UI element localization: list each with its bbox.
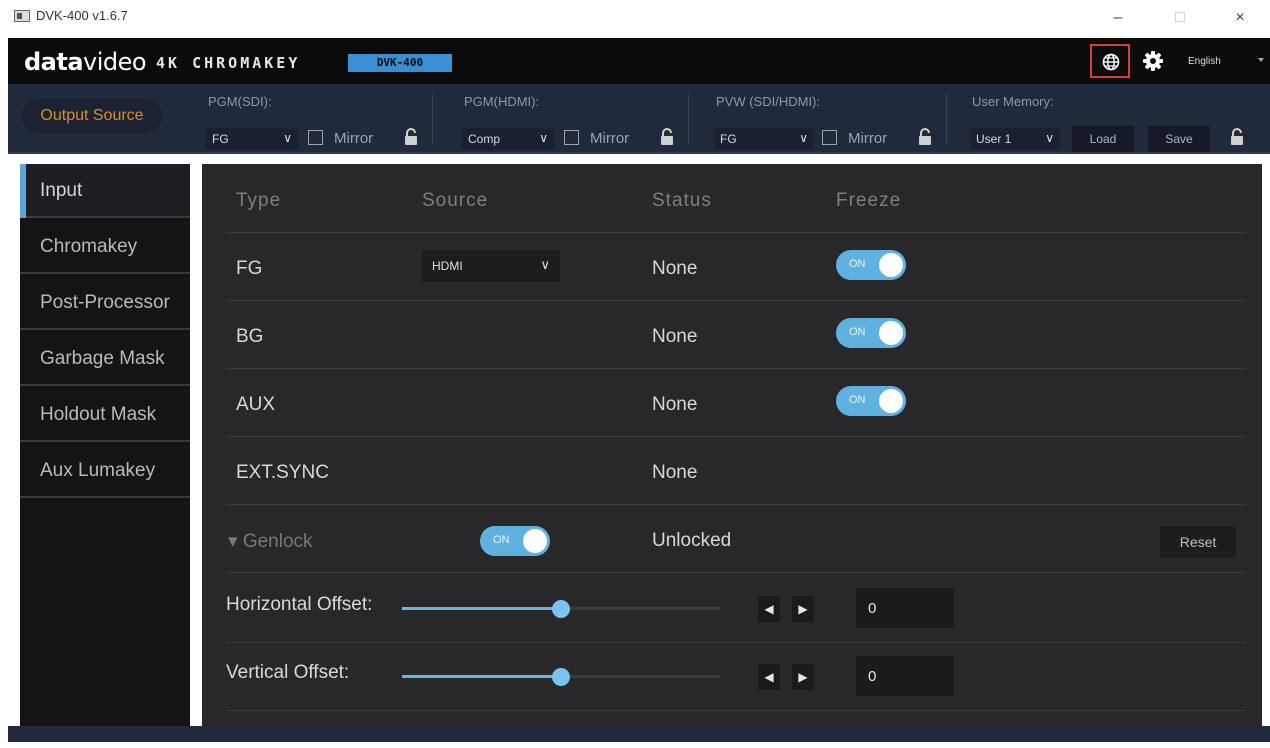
row-type-bg: BG	[236, 326, 264, 347]
chevron-down-icon: ∨	[283, 131, 292, 145]
chevron-down-icon: ∨	[799, 131, 808, 145]
sidebar: Input Chromakey Post-Processor Garbage M…	[20, 164, 190, 726]
divider	[432, 94, 433, 144]
row-divider	[226, 300, 1246, 301]
row-divider	[226, 436, 1246, 437]
genlock-expander[interactable]: ▾ Genlock	[228, 530, 313, 553]
vertical-decrement-button[interactable]: ◀	[758, 664, 780, 690]
bg-freeze-toggle[interactable]: ON	[836, 318, 906, 348]
vertical-offset-label: Vertical Offset:	[226, 662, 350, 683]
sidebar-item-holdout-mask[interactable]: Holdout Mask	[20, 388, 190, 442]
pgm-sdi-mirror-label: Mirror	[334, 130, 374, 147]
pvw-select[interactable]: FG ∨	[714, 128, 814, 150]
reset-button[interactable]: Reset	[1160, 526, 1236, 558]
language-select[interactable]: English	[1188, 56, 1221, 67]
genlock-status: Unlocked	[652, 530, 732, 551]
horizontal-offset-label: Horizontal Offset:	[226, 594, 373, 615]
fg-source-select[interactable]: HDMI ∨	[422, 250, 560, 282]
column-header-freeze: Freeze	[836, 190, 902, 211]
divider	[946, 94, 947, 144]
load-button[interactable]: Load	[1072, 126, 1134, 152]
input-panel: Type Source Status Freeze FG HDMI ∨ None …	[202, 164, 1262, 726]
row-type-fg: FG	[236, 258, 263, 279]
sidebar-item-chromakey[interactable]: Chromakey	[20, 220, 190, 274]
save-button[interactable]: Save	[1148, 126, 1210, 152]
sidebar-item-post-processor[interactable]: Post-Processor	[20, 276, 190, 330]
bg-status: None	[652, 326, 698, 347]
settings-button[interactable]	[1142, 50, 1164, 77]
divider	[688, 94, 689, 144]
horizontal-offset-fill	[402, 607, 561, 610]
column-header-source: Source	[422, 190, 489, 211]
window-title: DVK-400 v1.6.7	[36, 8, 128, 23]
vertical-offset-input[interactable]: 0	[856, 656, 954, 696]
horizontal-decrement-button[interactable]: ◀	[758, 596, 780, 622]
chevron-down-icon: ∨	[1045, 131, 1054, 145]
pgm-hdmi-select[interactable]: Comp ∨	[462, 128, 554, 150]
row-divider	[226, 368, 1246, 369]
horizontal-increment-button[interactable]: ▶	[792, 596, 814, 622]
lock-icon[interactable]	[404, 128, 418, 146]
output-source-bar: Output Source PGM(SDI): FG ∨ Mirror PGM(H…	[8, 84, 1270, 154]
pgm-hdmi-mirror-label: Mirror	[590, 130, 630, 147]
lock-icon[interactable]	[918, 128, 932, 146]
app-header: datavideo 4K CHROMAKEY DVK-400 English	[8, 38, 1270, 84]
product-name: 4K CHROMAKEY	[156, 54, 301, 72]
globe-icon	[1102, 53, 1120, 71]
pvw-label: PVW (SDI/HDMI):	[716, 94, 820, 109]
genlock-toggle[interactable]: ON	[480, 526, 550, 556]
lock-icon[interactable]	[1230, 128, 1244, 146]
aux-status: None	[652, 394, 698, 415]
vertical-increment-button[interactable]: ▶	[792, 664, 814, 690]
chevron-down-icon: ∨	[540, 257, 550, 272]
pgm-sdi-mirror-checkbox[interactable]	[308, 130, 323, 145]
horizontal-offset-thumb[interactable]	[552, 600, 570, 618]
user-memory-select[interactable]: User 1 ∨	[970, 128, 1060, 150]
sidebar-item-aux-lumakey[interactable]: Aux Lumakey	[20, 444, 190, 498]
row-divider	[226, 504, 1246, 505]
sidebar-item-garbage-mask[interactable]: Garbage Mask	[20, 332, 190, 386]
pvw-mirror-checkbox[interactable]	[822, 130, 837, 145]
sidebar-item-input[interactable]: Input	[20, 164, 190, 218]
row-divider	[226, 232, 1246, 233]
pgm-sdi-select[interactable]: FG ∨	[206, 128, 298, 150]
pgm-hdmi-mirror-checkbox[interactable]	[564, 130, 579, 145]
pgm-hdmi-label: PGM(HDMI):	[464, 94, 540, 109]
datavideo-logo: datavideo	[24, 48, 147, 76]
close-button[interactable]: ×	[1222, 6, 1258, 30]
gear-icon	[1143, 51, 1163, 71]
vertical-offset-fill	[402, 675, 561, 678]
fg-freeze-toggle[interactable]: ON	[836, 250, 906, 280]
language-globe-button[interactable]	[1090, 44, 1130, 78]
window-titlebar: DVK-400 v1.6.7 – □ ×	[0, 0, 1270, 38]
aux-freeze-toggle[interactable]: ON	[836, 386, 906, 416]
row-divider	[226, 572, 1246, 573]
pvw-mirror-label: Mirror	[848, 130, 888, 147]
minimize-button[interactable]: –	[1100, 6, 1136, 30]
maximize-button[interactable]: □	[1162, 6, 1198, 30]
ext-sync-status: None	[652, 462, 698, 483]
horizontal-offset-input[interactable]: 0	[856, 588, 954, 628]
app-icon	[14, 10, 30, 22]
chevron-down-icon: ∨	[539, 131, 548, 145]
row-type-aux: AUX	[236, 394, 276, 415]
user-memory-label: User Memory:	[972, 94, 1054, 109]
fg-status: None	[652, 258, 698, 279]
row-type-ext-sync: EXT.SYNC	[236, 462, 329, 483]
chevron-down-icon	[1258, 58, 1264, 62]
pgm-sdi-label: PGM(SDI):	[208, 94, 272, 109]
output-source-button[interactable]: Output Source	[22, 98, 162, 134]
vertical-offset-thumb[interactable]	[552, 668, 570, 686]
column-header-type: Type	[236, 190, 282, 211]
model-badge: DVK-400	[348, 54, 452, 72]
column-header-status: Status	[652, 190, 712, 211]
bottom-strip	[8, 726, 1270, 742]
row-divider	[226, 710, 1246, 711]
lock-icon[interactable]	[660, 128, 674, 146]
row-divider	[226, 642, 1246, 643]
